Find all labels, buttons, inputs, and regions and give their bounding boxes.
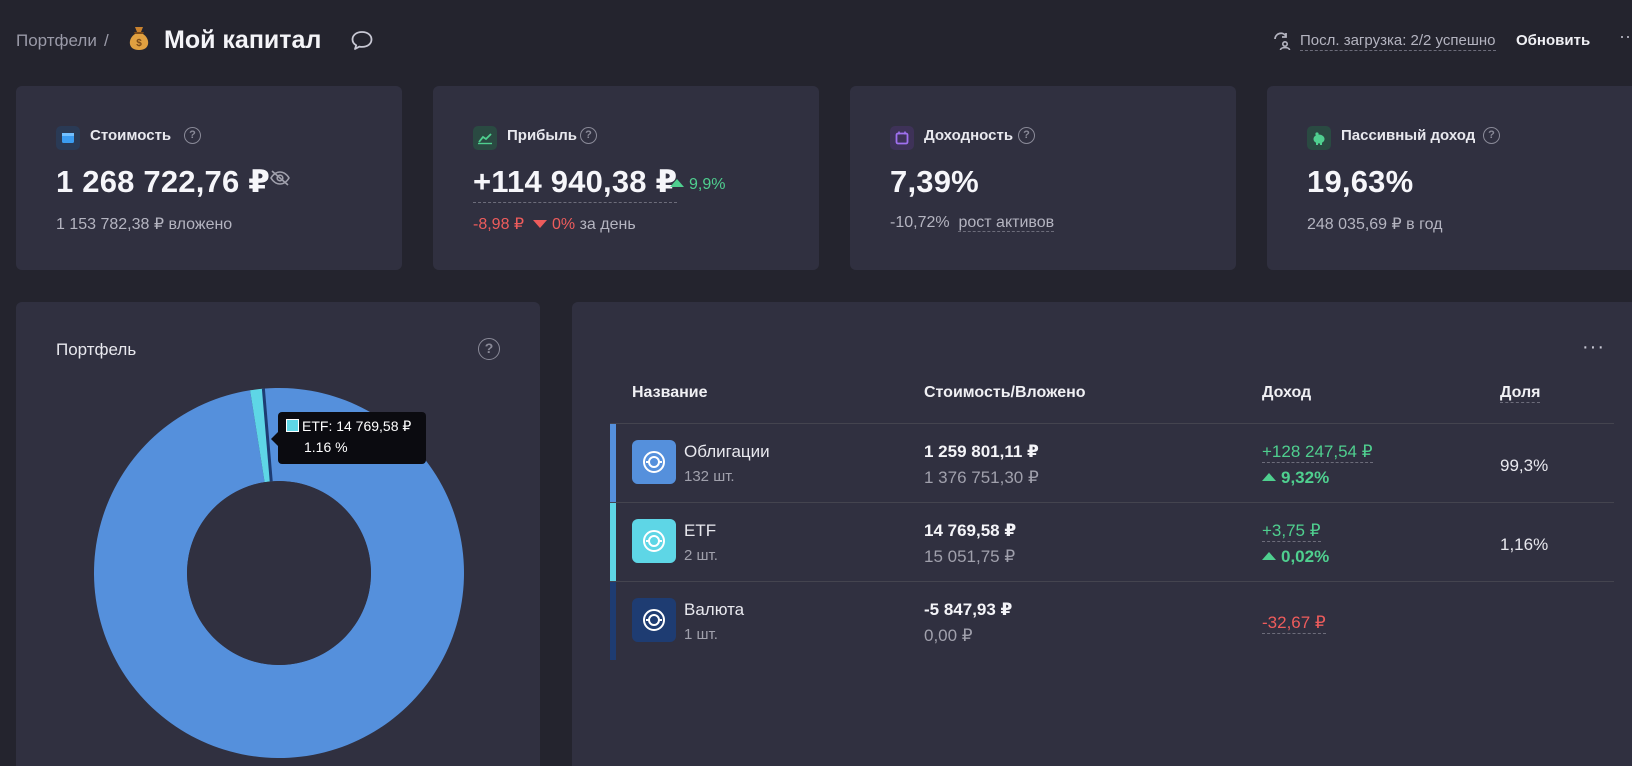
table-row[interactable]: Валюта 1 шт. -5 847,93 ₽ 0,00 ₽ -32,67 ₽ <box>610 582 1614 660</box>
page-title: Мой капитал <box>164 26 322 54</box>
card-value-amount: 1 268 722,76 ₽ <box>56 164 270 199</box>
bond-icon <box>632 440 676 484</box>
header-more-button[interactable]: ·· <box>1619 26 1631 47</box>
column-header-income[interactable]: Доход <box>1262 384 1311 402</box>
asset-invested: 0,00 ₽ <box>924 626 973 645</box>
sync-icon <box>1272 31 1292 51</box>
comment-icon[interactable] <box>350 29 374 51</box>
asset-name: Валюта <box>684 600 745 619</box>
arrow-up-icon <box>1262 473 1276 481</box>
asset-income-percent: 0,02% <box>1262 547 1329 567</box>
money-bag-icon: $ <box>126 24 152 52</box>
yield-value: 7,39% <box>890 164 979 199</box>
help-icon[interactable]: ? <box>478 338 500 360</box>
row-color-bar <box>610 582 616 660</box>
passive-income-value: 19,63% <box>1307 164 1414 199</box>
asset-invested: 1 376 751,30 ₽ <box>924 468 1039 487</box>
refresh-button[interactable]: Обновить <box>1516 32 1590 49</box>
help-icon[interactable]: ? <box>184 127 201 144</box>
row-color-bar <box>610 503 616 581</box>
card-label: Доходность <box>924 127 1014 144</box>
card-value: Стоимость ? 1 268 722,76 ₽ 1 153 782,38 … <box>16 86 402 270</box>
card-yield: Доходность ? 7,39% -10,72% рост активов <box>850 86 1236 270</box>
card-invested: 1 153 782,38 ₽ вложено <box>56 216 233 233</box>
arrow-up-icon <box>1262 552 1276 560</box>
currency-icon <box>632 598 676 642</box>
asset-share: 1,16% <box>1500 535 1549 554</box>
row-color-bar <box>610 424 616 502</box>
help-icon[interactable]: ? <box>1483 127 1500 144</box>
chart-line-icon <box>473 126 497 150</box>
day-change: -8,98 ₽ 0% за день <box>473 216 636 233</box>
yield-sub: -10,72% рост активов <box>890 214 1055 232</box>
piggy-bank-icon <box>1307 126 1331 150</box>
column-header-value[interactable]: Стоимость/Вложено <box>924 384 1086 402</box>
tooltip-arrow <box>271 432 278 446</box>
asset-income[interactable]: +128 247,54 ₽ <box>1262 442 1373 463</box>
last-sync-status[interactable]: Посл. загрузка: 2/2 успешно <box>1300 32 1496 51</box>
page-header: Портфели / $ Мой капитал Посл. загрузка:… <box>0 0 1632 80</box>
help-icon[interactable]: ? <box>580 127 597 144</box>
arrow-up-icon <box>670 179 684 187</box>
tooltip-swatch <box>286 419 299 432</box>
wallet-icon <box>56 126 80 150</box>
calendar-icon <box>890 126 914 150</box>
asset-value: -5 847,93 ₽ <box>924 600 1013 619</box>
donut-hole <box>187 481 371 665</box>
asset-value: 1 259 801,11 ₽ <box>924 442 1039 461</box>
asset-growth-link[interactable]: рост активов <box>958 214 1055 232</box>
passive-income-yearly: 248 035,69 ₽ в год <box>1307 216 1443 233</box>
tooltip-percent: 1.16 % <box>304 439 348 455</box>
breadcrumb-portfolios[interactable]: Портфели <box>16 31 97 51</box>
table-row[interactable]: Облигации 132 шт. 1 259 801,11 ₽ 1 376 7… <box>610 424 1614 502</box>
asset-income[interactable]: +3,75 ₽ <box>1262 521 1321 542</box>
asset-count: 132 шт. <box>684 468 735 485</box>
asset-share: 99,3% <box>1500 456 1549 475</box>
asset-name: ETF <box>684 521 717 540</box>
asset-invested: 15 051,75 ₽ <box>924 547 1016 566</box>
portfolio-panel: Портфель ? ETF: 14 769,58 ₽ 1.16 % <box>16 302 540 766</box>
eye-off-icon[interactable] <box>269 169 291 192</box>
profit-change: 9,9% <box>670 176 725 194</box>
etf-icon <box>632 519 676 563</box>
breadcrumb-separator: / <box>104 31 109 50</box>
profit-amount[interactable]: +114 940,38 ₽ <box>473 164 678 203</box>
card-label: Прибыль <box>507 127 577 144</box>
card-profit: Прибыль ? +114 940,38 ₽ 9,9% -8,98 ₽ 0% … <box>433 86 819 270</box>
asset-count: 2 шт. <box>684 547 718 564</box>
svg-text:$: $ <box>136 38 142 49</box>
tooltip-label: ETF: 14 769,58 ₽ <box>302 418 412 434</box>
asset-income-percent: 9,32% <box>1262 468 1329 488</box>
table-row[interactable]: ETF 2 шт. 14 769,58 ₽ 15 051,75 ₽ +3,75 … <box>610 503 1614 581</box>
asset-count: 1 шт. <box>684 626 718 643</box>
column-header-name[interactable]: Название <box>632 384 708 402</box>
column-header-share[interactable]: Доля <box>1500 384 1541 403</box>
card-label: Стоимость <box>90 127 172 144</box>
help-icon[interactable]: ? <box>1018 127 1035 144</box>
card-passive-income: Пассивный доход ? 19,63% 248 035,69 ₽ в … <box>1267 86 1632 270</box>
asset-income[interactable]: -32,67 ₽ <box>1262 613 1326 634</box>
card-label: Пассивный доход <box>1341 127 1476 144</box>
table-more-button[interactable]: ··· <box>1582 336 1605 359</box>
arrow-down-icon <box>532 220 547 228</box>
chart-tooltip: ETF: 14 769,58 ₽ 1.16 % <box>271 412 426 464</box>
asset-value: 14 769,58 ₽ <box>924 521 1017 540</box>
portfolio-title: Портфель <box>56 340 137 359</box>
asset-name: Облигации <box>684 442 770 461</box>
